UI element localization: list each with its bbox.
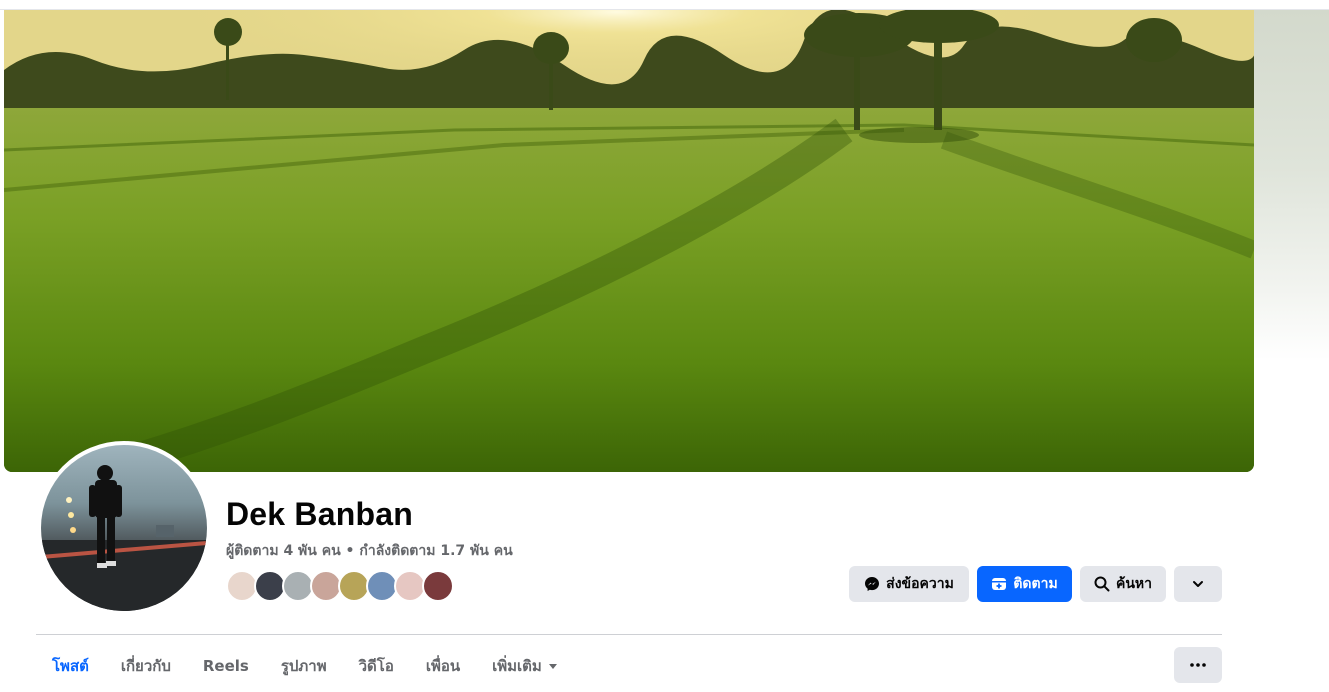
cover-photo[interactable] bbox=[4, 10, 1254, 472]
tab-label: รูปภาพ bbox=[280, 657, 327, 675]
profile-follow-stats[interactable]: ผู้ติดตาม 4 พัน คน • กำลังติดตาม 1.7 พัน… bbox=[226, 540, 513, 562]
follow-button[interactable]: ติดตาม bbox=[977, 566, 1072, 602]
tab-label: วิดีโอ bbox=[358, 657, 394, 675]
profile-tabs: โพสต์ เกี่ยวกับ Reels รูปภาพ วิดีโอ เพื่… bbox=[36, 646, 574, 686]
profile-name: Dek Banban bbox=[226, 496, 413, 532]
follow-button-label: ติดตาม bbox=[1013, 576, 1058, 592]
tab-friends[interactable]: เพื่อน bbox=[410, 646, 476, 686]
message-button[interactable]: ส่งข้อความ bbox=[849, 566, 969, 602]
profile-photo bbox=[41, 445, 207, 611]
tab-label: เพื่อน bbox=[425, 657, 461, 675]
tabs-divider bbox=[36, 634, 1222, 635]
tab-videos[interactable]: วิดีโอ bbox=[343, 646, 410, 686]
search-button[interactable]: ค้นหา bbox=[1080, 566, 1166, 602]
chevron-down-icon bbox=[1193, 581, 1203, 587]
caret-down-icon bbox=[548, 664, 557, 669]
cover-photo-image bbox=[4, 10, 1254, 472]
tab-label: เกี่ยวกับ bbox=[120, 657, 171, 675]
search-icon bbox=[1094, 576, 1110, 592]
tab-label: Reels bbox=[202, 657, 249, 675]
more-dots-icon bbox=[1190, 663, 1206, 667]
tab-more[interactable]: เพิ่มเติม bbox=[476, 646, 574, 686]
tab-reels[interactable]: Reels bbox=[187, 646, 265, 686]
tab-about[interactable]: เกี่ยวกับ bbox=[105, 646, 187, 686]
more-options-button[interactable] bbox=[1174, 647, 1222, 683]
profile-avatar[interactable] bbox=[37, 441, 211, 615]
tab-label: โพสต์ bbox=[52, 657, 89, 675]
follow-icon bbox=[992, 578, 1007, 590]
tab-photos[interactable]: รูปภาพ bbox=[265, 646, 343, 686]
messenger-icon bbox=[865, 577, 880, 591]
cover-side-fade bbox=[1254, 10, 1329, 360]
friends-preview[interactable] bbox=[226, 570, 454, 602]
message-button-label: ส่งข้อความ bbox=[886, 576, 954, 592]
search-button-label: ค้นหา bbox=[1115, 576, 1153, 592]
tab-posts[interactable]: โพสต์ bbox=[36, 646, 105, 686]
friend-avatar[interactable] bbox=[422, 570, 454, 602]
tab-label: เพิ่มเติม bbox=[492, 657, 542, 675]
profile-options-dropdown[interactable] bbox=[1174, 566, 1222, 602]
